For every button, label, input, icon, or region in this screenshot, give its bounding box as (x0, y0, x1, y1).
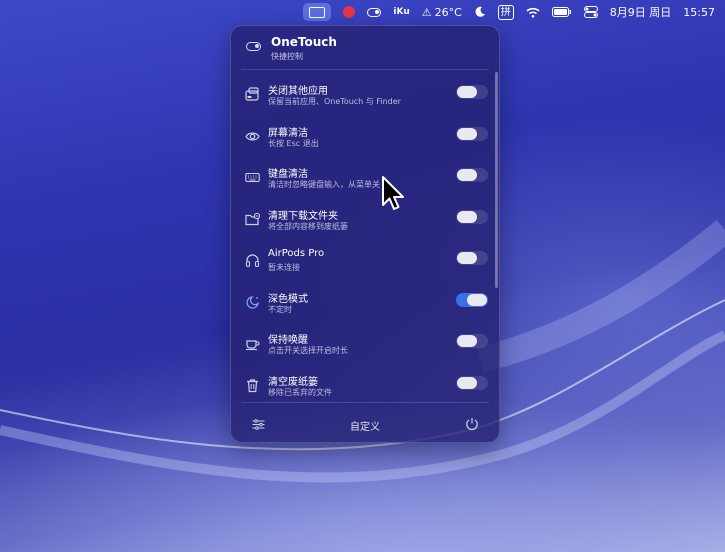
input-method-label: 拼 (497, 4, 514, 20)
item-title: 清理下载文件夹 (268, 210, 338, 222)
toggle-switch[interactable] (456, 126, 488, 141)
item-subtitle: 保留当前应用、OneTouch 与 Finder (268, 97, 401, 106)
battery-icon[interactable] (551, 2, 572, 22)
scrollbar[interactable] (495, 72, 498, 288)
item-title: 清空废纸篓 (268, 376, 318, 388)
toggle-icon[interactable] (367, 2, 382, 22)
toggle-switch[interactable] (456, 375, 488, 390)
coffee-icon (246, 340, 260, 351)
menubar-date[interactable]: 8月9日 周日 (610, 2, 672, 22)
panel-subtitle: 快捷控制 (271, 52, 303, 61)
item-title: 保持唤醒 (268, 335, 308, 346)
toggle-switch[interactable] (456, 209, 488, 224)
menu-bar: iKu ⚠ 26°C 拼 8月9日 周日 15:57 (0, 0, 725, 24)
input-method-icon[interactable]: 拼 (497, 2, 514, 22)
item-subtitle: 暂未连接 (268, 263, 300, 272)
panel-title: OneTouch (271, 35, 337, 49)
item-title: 深色模式 (268, 293, 308, 305)
divider (241, 402, 489, 403)
dark-mode-icon (246, 295, 259, 309)
panel-footer: 自定义 (231, 406, 499, 442)
mouse-cursor-icon (382, 176, 404, 210)
toggle-switch[interactable] (456, 85, 488, 99)
onetouch-panel: OneTouch 快捷控制 关闭其他应用 保留当前应用、OneTouch 与 F… (230, 25, 500, 443)
list-item-dark-mode[interactable]: 深色模式 不定时 (231, 284, 491, 326)
warning-icon: ⚠ (421, 5, 432, 19)
list-item-airpods[interactable]: AirPods Pro 暂未连接 (231, 242, 491, 284)
moon-icon[interactable] (474, 2, 486, 22)
list-item-keep-awake[interactable]: 保持唤醒 点击开关选择开启时长 (231, 325, 491, 367)
weather-icon[interactable]: ⚠ 26°C (422, 2, 462, 22)
iku-label: iKu (393, 7, 410, 17)
iku-icon[interactable]: iKu (393, 2, 409, 22)
record-dot-icon[interactable] (343, 2, 356, 22)
quick-control-list: 关闭其他应用 保留当前应用、OneTouch 与 Finder 屏幕清洁 长按 … (231, 76, 491, 408)
folder-icon (245, 212, 260, 225)
divider (241, 69, 489, 70)
toggle-switch[interactable] (456, 168, 488, 182)
item-subtitle: 清洁时忽略键盘输入，从菜单关 (268, 180, 380, 189)
onetouch-menubar-icon[interactable] (303, 3, 332, 21)
wifi-icon[interactable] (526, 2, 540, 22)
item-title: AirPods Pro (268, 248, 325, 259)
eye-icon (245, 132, 260, 140)
item-title: 关闭其他应用 (268, 86, 328, 97)
item-subtitle: 点击开关选择开启时长 (268, 346, 348, 355)
control-center-icon[interactable] (583, 2, 598, 22)
item-subtitle: 移除已丢弃的文件 (268, 387, 332, 397)
panel-header: OneTouch 快捷控制 (231, 26, 499, 70)
list-item-clean-downloads[interactable]: 清理下载文件夹 将全部内容移到废纸篓 (231, 201, 491, 243)
weather-label: 26°C (434, 5, 462, 19)
toggle-switch[interactable] (456, 251, 488, 265)
toggle-icon (246, 42, 261, 51)
list-item-keyboard-clean[interactable]: 键盘清洁 清洁时忽略键盘输入，从菜单关 (231, 159, 491, 201)
close-apps-icon (245, 87, 259, 101)
item-subtitle: 将全部内容移到废纸篓 (268, 221, 348, 231)
item-subtitle: 不定时 (268, 304, 292, 314)
trash-icon (247, 378, 258, 392)
item-title: 屏幕清洁 (268, 127, 308, 139)
headphones-icon (245, 254, 260, 268)
item-subtitle: 长按 Esc 退出 (268, 138, 319, 148)
toggle-switch[interactable] (456, 292, 488, 307)
toggle-switch[interactable] (456, 334, 488, 348)
item-title: 键盘清洁 (268, 169, 308, 180)
list-item-screen-clean[interactable]: 屏幕清洁 长按 Esc 退出 (231, 118, 491, 160)
keyboard-icon (245, 172, 260, 183)
power-icon[interactable] (465, 417, 479, 431)
menubar-time[interactable]: 15:57 (683, 2, 715, 22)
list-item-close-apps[interactable]: 关闭其他应用 保留当前应用、OneTouch 与 Finder (231, 76, 491, 118)
customize-button[interactable]: 自定义 (231, 418, 499, 433)
